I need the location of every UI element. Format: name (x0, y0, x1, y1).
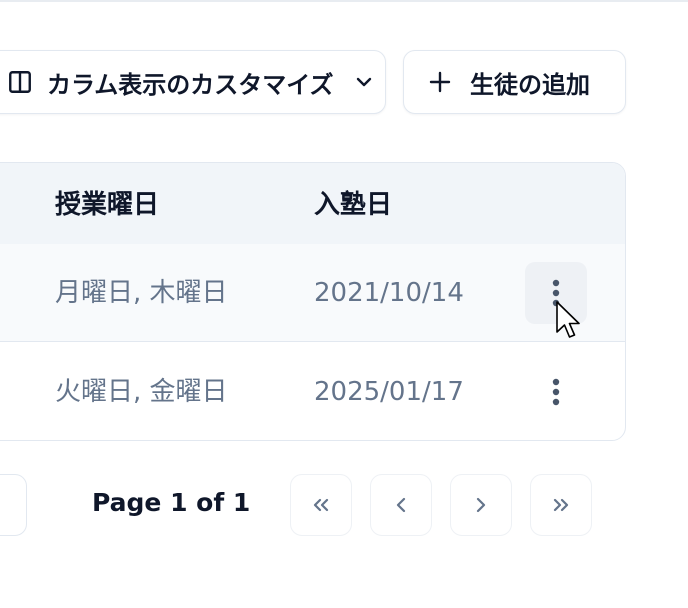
previous-page-icon (396, 497, 406, 513)
top-divider (0, 0, 688, 2)
add-student-button[interactable]: 生徒の追加 (403, 50, 626, 114)
students-table: 授業曜日 入塾日 月曜日, 木曜日 2021/10/14 火曜日, 金曜日 20… (0, 162, 626, 441)
cell-lesson-days: 月曜日, 木曜日 (55, 278, 228, 308)
previous-page-button[interactable] (370, 474, 432, 536)
column-header-join-date[interactable]: 入塾日 (314, 163, 392, 244)
cell-join-date: 2025/01/17 (314, 377, 464, 407)
more-vertical-icon (552, 378, 560, 406)
cell-join-date: 2021/10/14 (314, 278, 464, 308)
mouse-cursor-icon (556, 301, 580, 338)
rows-per-page-select[interactable] (0, 474, 27, 536)
plus-icon (429, 71, 451, 93)
chevron-down-icon (356, 77, 371, 87)
first-page-icon (313, 498, 329, 512)
row-actions-button[interactable] (525, 361, 587, 423)
table-row[interactable]: 火曜日, 金曜日 2025/01/17 (0, 343, 625, 440)
next-page-button[interactable] (450, 474, 512, 536)
page-info: Page 1 of 1 (92, 488, 251, 517)
customize-columns-label: カラム表示のカスタマイズ (47, 70, 334, 99)
column-header-lesson-days[interactable]: 授業曜日 (55, 163, 159, 244)
first-page-button[interactable] (290, 474, 352, 536)
table-row[interactable]: 月曜日, 木曜日 2021/10/14 (0, 244, 625, 342)
columns-icon (9, 71, 31, 93)
last-page-button[interactable] (530, 474, 592, 536)
table-header: 授業曜日 入塾日 (0, 163, 625, 245)
cell-lesson-days: 火曜日, 金曜日 (55, 377, 228, 407)
next-page-icon (476, 497, 486, 513)
customize-columns-button[interactable]: カラム表示のカスタマイズ (0, 50, 386, 114)
last-page-icon (553, 498, 569, 512)
add-student-label: 生徒の追加 (470, 70, 590, 99)
